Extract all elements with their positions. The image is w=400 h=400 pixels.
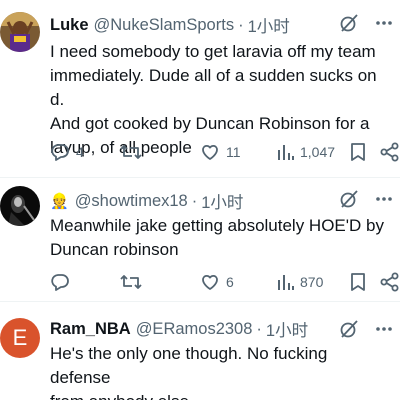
repost-button[interactable]: [120, 272, 148, 292]
action-bar: 4 11 1,047: [50, 140, 400, 164]
grok-icon[interactable]: [338, 318, 360, 340]
bookmark-icon: [350, 142, 372, 162]
tweet-text-line: immediately. Dude all of a sudden sucks …: [50, 66, 377, 109]
more-icon[interactable]: [374, 12, 394, 34]
avatar-ram-nba[interactable]: E: [0, 318, 40, 358]
repost-icon: [120, 142, 148, 162]
worker-emoji[interactable]: 👷: [50, 192, 69, 210]
bookmark-button[interactable]: [350, 272, 372, 292]
views-icon: [276, 272, 300, 292]
tweet-text-line: Duncan robinson: [50, 240, 179, 259]
header-icons: [338, 318, 394, 340]
views-count: 870: [300, 274, 324, 290]
like-icon: [200, 142, 226, 162]
display-name[interactable]: Ram_NBA: [50, 320, 131, 339]
display-name[interactable]: Luke: [50, 16, 89, 35]
avatar-luke[interactable]: [0, 12, 40, 52]
reply-count: 4: [76, 144, 84, 160]
bookmark-icon: [350, 272, 372, 292]
user-handle[interactable]: @NukeSlamSports: [94, 16, 235, 35]
avatar-showtimex18[interactable]: [0, 186, 40, 226]
timestamp[interactable]: 1小时: [266, 317, 308, 341]
grok-icon[interactable]: [338, 12, 360, 34]
action-bar: 6 870: [50, 270, 400, 294]
separator-dot: ·: [238, 15, 244, 34]
like-button[interactable]: 6: [200, 272, 234, 292]
more-icon[interactable]: [374, 188, 394, 210]
header-icons: [338, 12, 394, 34]
views-button[interactable]: 870: [276, 272, 323, 292]
views-count: 1,047: [300, 144, 336, 160]
separator-dot: ·: [191, 191, 198, 210]
more-icon[interactable]: [374, 318, 394, 340]
tweet-ram-nba[interactable]: E Ram_NBA @ERamos2308 · 1小时 He's the onl…: [0, 302, 400, 400]
like-icon: [200, 272, 226, 292]
tweet-text: He's the only one though. No fucking def…: [50, 342, 392, 400]
views-button[interactable]: 1,047: [276, 142, 335, 162]
reply-button[interactable]: 4: [50, 142, 84, 162]
separator-dot: ·: [256, 319, 262, 338]
like-button[interactable]: 11: [200, 142, 241, 162]
tweet-text-line: Meanwhile jake getting absolutely HOE'D …: [50, 216, 384, 235]
tweet-showtimex18[interactable]: 👷 @showtimex18 · 1小时 Meanwhile jake gett…: [0, 178, 400, 302]
tweet-text-line: I need somebody to get laravia off my te…: [50, 42, 376, 61]
share-button[interactable]: [380, 142, 400, 162]
reply-icon: [50, 142, 76, 162]
like-count: 11: [226, 144, 241, 160]
tweet-text-line: from anybody else: [50, 390, 392, 400]
timestamp[interactable]: 1小时: [201, 189, 243, 213]
views-icon: [276, 142, 300, 162]
header-icons: [338, 188, 394, 210]
reply-icon: [50, 272, 76, 292]
bookmark-button[interactable]: [350, 142, 372, 162]
tweet-text-line: And got cooked by Duncan Robinson for a: [50, 114, 370, 133]
grok-icon[interactable]: [338, 188, 360, 210]
like-count: 6: [226, 274, 234, 290]
tweet-text-line: He's the only one though. No fucking def…: [50, 344, 328, 387]
user-handle[interactable]: @ERamos2308: [136, 320, 253, 339]
share-button[interactable]: [380, 272, 400, 292]
user-handle[interactable]: @showtimex18: [75, 192, 188, 211]
repost-icon: [120, 272, 148, 292]
reply-button[interactable]: [50, 272, 76, 292]
share-icon: [380, 272, 400, 292]
tweet-text: Meanwhile jake getting absolutely HOE'D …: [50, 214, 392, 262]
tweet-luke[interactable]: Luke @NukeSlamSports · 1小时 I need somebo…: [0, 0, 400, 178]
timestamp[interactable]: 1小时: [248, 13, 290, 37]
repost-button[interactable]: [120, 142, 148, 162]
share-icon: [380, 142, 400, 162]
